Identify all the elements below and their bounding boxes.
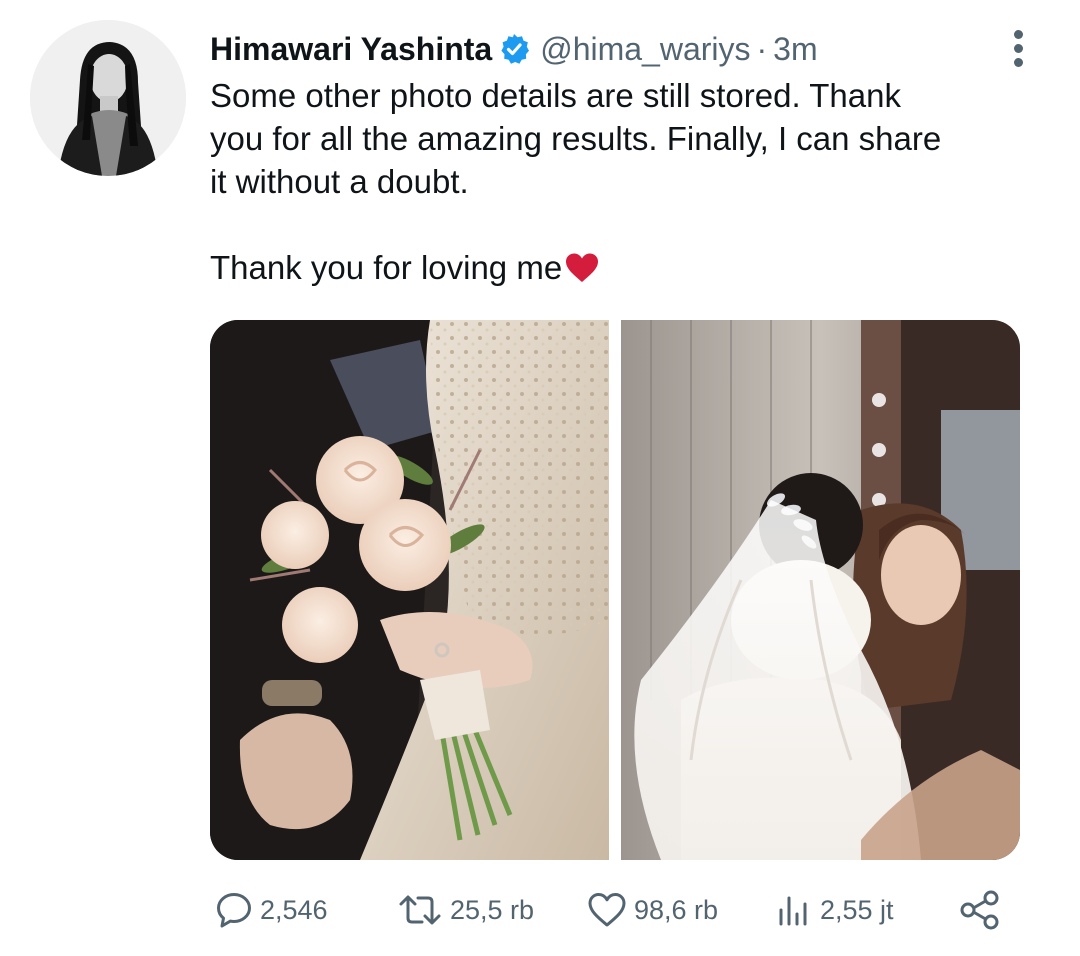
views-count: 2,55 jt bbox=[820, 894, 894, 925]
retweet-count: 25,5 rb bbox=[450, 894, 535, 925]
action-bar: 2,546 25,5 rb 98,6 rb 2,55 jt bbox=[210, 882, 1010, 938]
user-handle[interactable]: @hima_wariys bbox=[540, 31, 750, 68]
tweet-text: Some other photo details are still store… bbox=[210, 74, 1050, 289]
retweet-button[interactable]: 25,5 rb bbox=[396, 882, 534, 938]
reply-bubble-icon bbox=[217, 893, 251, 928]
share-button[interactable] bbox=[958, 882, 1002, 938]
tweet-text-last-line: Thank you for loving me bbox=[210, 246, 1050, 289]
red-heart-emoji bbox=[564, 251, 600, 283]
tweet-text-last: Thank you for loving me bbox=[210, 249, 563, 286]
photo-bouquet[interactable] bbox=[210, 320, 609, 860]
tweet-header: Himawari Yashinta @hima_wariys · 3m bbox=[210, 26, 818, 72]
tweet-text-line-1: Some other photo details are still store… bbox=[210, 77, 901, 114]
reply-count: 2,546 bbox=[260, 894, 328, 925]
views-button[interactable]: 2,55 jt bbox=[774, 882, 894, 938]
more-options-icon[interactable] bbox=[1002, 26, 1034, 70]
views-bar-chart-icon bbox=[779, 896, 807, 926]
photo-bride-veil[interactable] bbox=[621, 320, 1020, 860]
avatar[interactable] bbox=[30, 20, 186, 176]
like-button[interactable]: 98,6 rb bbox=[586, 882, 718, 938]
media-grid bbox=[210, 320, 1020, 860]
retweet-icon bbox=[399, 895, 441, 925]
display-name[interactable]: Himawari Yashinta bbox=[210, 31, 492, 68]
tweet-text-line-3: it without a doubt. bbox=[210, 163, 469, 200]
like-count: 98,6 rb bbox=[634, 894, 719, 925]
reply-button[interactable]: 2,546 bbox=[214, 882, 328, 938]
share-icon bbox=[960, 890, 999, 930]
heart-icon bbox=[588, 893, 626, 927]
tweet-text-line-2: you for all the amazing results. Finally… bbox=[210, 120, 942, 157]
verified-badge-icon bbox=[498, 33, 530, 65]
timestamp[interactable]: 3m bbox=[773, 31, 817, 68]
separator-dot: · bbox=[756, 30, 768, 67]
